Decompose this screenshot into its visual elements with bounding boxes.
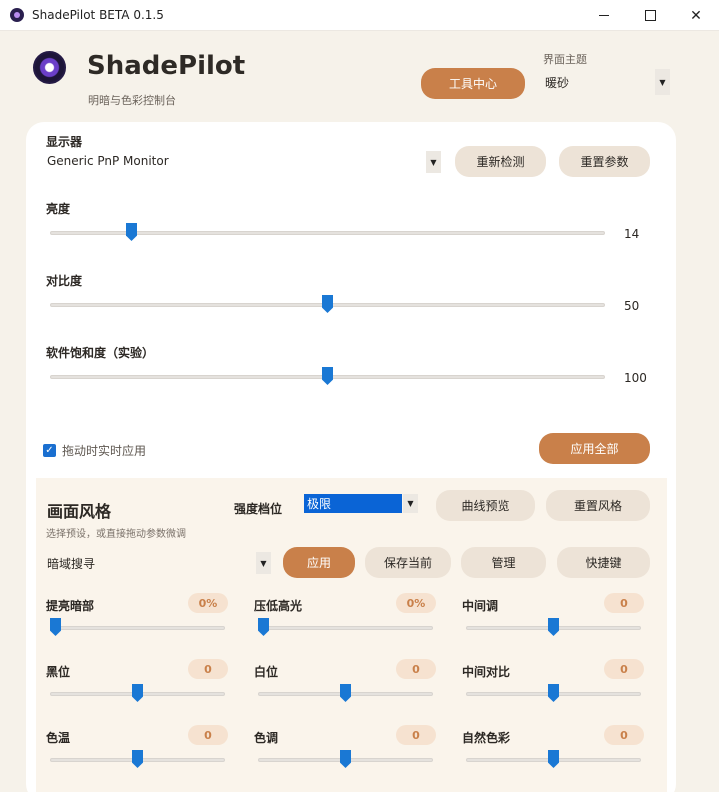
slider-thumb[interactable] (132, 684, 143, 702)
maximize-button[interactable] (627, 0, 673, 31)
contrast-slider[interactable] (50, 295, 605, 315)
param-slider-compress-highlights[interactable] (258, 618, 433, 638)
param-slider-black-point[interactable] (50, 684, 225, 704)
app-icon (10, 8, 24, 22)
chevron-down-icon: ▼ (256, 552, 271, 574)
param-value-compress-highlights: 0% (396, 593, 436, 613)
param-value-mid-contrast: 0 (604, 659, 644, 679)
brand-subtitle: 明暗与色彩控制台 (88, 94, 176, 107)
param-label-white-point: 白位 (254, 665, 279, 679)
param-slider-vibrance[interactable] (466, 750, 641, 770)
redetect-button[interactable]: 重新检测 (455, 146, 546, 177)
curve-preview-button[interactable]: 曲线预览 (436, 490, 535, 521)
display-label: 显示器 (46, 135, 83, 149)
contrast-label: 对比度 (46, 274, 83, 288)
param-label-compress-highlights: 压低高光 (254, 599, 303, 613)
chevron-down-icon: ▼ (655, 69, 670, 95)
saturation-value: 100 (624, 371, 647, 385)
slider-thumb[interactable] (132, 750, 143, 768)
manage-button[interactable]: 管理 (461, 547, 546, 578)
close-button[interactable]: ✕ (673, 0, 719, 31)
apply-button[interactable]: 应用 (283, 547, 355, 578)
brightness-slider[interactable] (50, 223, 605, 243)
param-slider-white-point[interactable] (258, 684, 433, 704)
strength-label: 强度档位 (234, 502, 283, 516)
slider-track (258, 626, 433, 630)
slider-thumb[interactable] (548, 618, 559, 636)
param-slider-midtones[interactable] (466, 618, 641, 638)
param-value-vibrance: 0 (604, 725, 644, 745)
param-label-lift-shadows: 提亮暗部 (46, 599, 95, 613)
chevron-down-icon: ▼ (426, 151, 441, 173)
brightness-label: 亮度 (46, 202, 71, 216)
param-value-lift-shadows: 0% (188, 593, 228, 613)
param-slider-mid-contrast[interactable] (466, 684, 641, 704)
param-slider-tint[interactable] (258, 750, 433, 770)
theme-value: 暖砂 (545, 76, 570, 90)
param-label-mid-contrast: 中间对比 (462, 665, 511, 679)
logo-icon (33, 51, 66, 84)
style-subtitle: 选择预设，或直接拖动参数微调 (46, 529, 186, 540)
slider-thumb[interactable] (322, 367, 333, 385)
slider-thumb[interactable] (126, 223, 137, 241)
contrast-value: 50 (624, 299, 640, 313)
slider-thumb[interactable] (340, 750, 351, 768)
strength-value: 极限 (304, 494, 402, 513)
style-title: 画面风格 (47, 502, 112, 521)
live-apply-label: 拖动时实时应用 (62, 444, 147, 458)
strength-select[interactable]: 极限 ▼ (304, 494, 418, 513)
monitor-select[interactable]: Generic PnP Monitor ▼ (42, 151, 441, 173)
preset-value: 暗域搜寻 (47, 557, 96, 571)
live-apply-checkbox[interactable]: ✓ (43, 444, 56, 457)
title-bar: ShadePilot BETA 0.1.5 ✕ (0, 0, 719, 31)
param-slider-lift-shadows[interactable] (50, 618, 225, 638)
slider-thumb[interactable] (340, 684, 351, 702)
theme-label: 界面主题 (543, 53, 587, 66)
reset-params-button[interactable]: 重置参数 (559, 146, 650, 177)
param-value-black-point: 0 (188, 659, 228, 679)
slider-thumb[interactable] (548, 684, 559, 702)
param-label-black-point: 黑位 (46, 665, 71, 679)
slider-thumb[interactable] (548, 750, 559, 768)
param-label-vibrance: 自然色彩 (462, 731, 511, 745)
tools-center-button[interactable]: 工具中心 (421, 68, 525, 99)
param-label-temperature: 色温 (46, 731, 71, 745)
preset-select[interactable]: 暗域搜寻 ▼ (42, 552, 271, 574)
slider-thumb[interactable] (258, 618, 269, 636)
param-value-tint: 0 (396, 725, 436, 745)
minimize-button[interactable] (581, 0, 627, 31)
brightness-value: 14 (624, 227, 640, 241)
brand-title: ShadePilot (87, 51, 246, 81)
monitor-value: Generic PnP Monitor (47, 154, 169, 168)
reset-style-button[interactable]: 重置风格 (546, 490, 650, 521)
saturation-slider[interactable] (50, 367, 605, 387)
apply-all-button[interactable]: 应用全部 (539, 433, 650, 464)
param-label-midtones: 中间调 (462, 599, 499, 613)
slider-thumb[interactable] (50, 618, 61, 636)
hotkey-button[interactable]: 快捷键 (557, 547, 650, 578)
param-value-white-point: 0 (396, 659, 436, 679)
param-value-temperature: 0 (188, 725, 228, 745)
saturation-label: 软件饱和度（实验） (46, 346, 155, 360)
param-value-midtones: 0 (604, 593, 644, 613)
param-slider-temperature[interactable] (50, 750, 225, 770)
chevron-down-icon: ▼ (403, 494, 418, 513)
save-current-button[interactable]: 保存当前 (365, 547, 451, 578)
slider-track (50, 626, 225, 630)
window-title: ShadePilot BETA 0.1.5 (32, 8, 164, 22)
param-label-tint: 色调 (254, 731, 279, 745)
theme-select[interactable]: 暖砂 ▼ (540, 69, 670, 95)
slider-thumb[interactable] (322, 295, 333, 313)
